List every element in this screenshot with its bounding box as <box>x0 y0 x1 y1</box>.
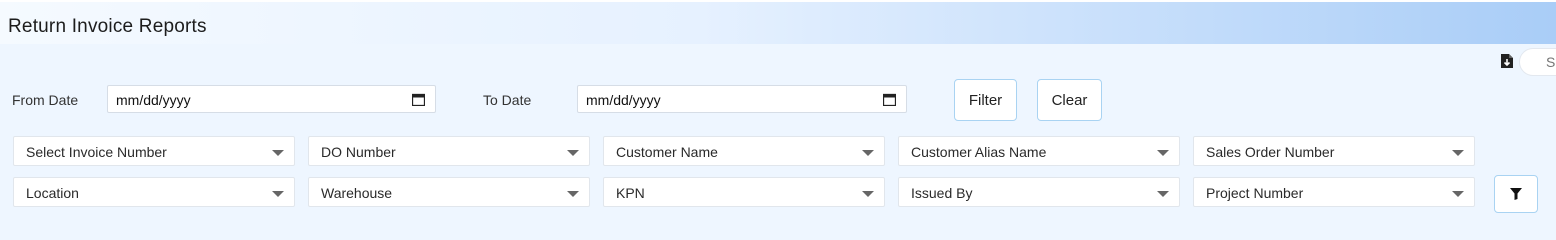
page-header: Return Invoice Reports <box>0 0 1556 44</box>
chevron-down-icon <box>1157 150 1169 156</box>
to-date-value: mm/dd/yyyy <box>586 92 661 108</box>
select-label: DO Number <box>321 144 396 160</box>
location-select[interactable]: Location <box>13 177 295 207</box>
from-date-value: mm/dd/yyyy <box>116 92 191 108</box>
select-label: Location <box>26 185 79 201</box>
calendar-icon[interactable] <box>412 93 425 106</box>
warehouse-select[interactable]: Warehouse <box>308 177 590 207</box>
chevron-down-icon <box>272 150 284 156</box>
calendar-icon[interactable] <box>883 93 896 106</box>
chevron-down-icon <box>1452 150 1464 156</box>
do-number-select[interactable]: DO Number <box>308 136 590 166</box>
chevron-down-icon <box>862 191 874 197</box>
to-date-label: To Date <box>483 92 532 108</box>
file-export-icon[interactable] <box>1500 53 1514 69</box>
filter-button[interactable]: Filter <box>954 79 1017 121</box>
from-date-label: From Date <box>12 92 79 108</box>
kpn-select[interactable]: KPN <box>603 177 885 207</box>
advanced-filter-button[interactable] <box>1494 175 1538 213</box>
funnel-icon <box>1510 188 1522 200</box>
select-label: Project Number <box>1206 185 1304 201</box>
clear-button[interactable]: Clear <box>1037 79 1102 121</box>
select-label: Select Invoice Number <box>26 144 167 160</box>
chevron-down-icon <box>1452 191 1464 197</box>
chevron-down-icon <box>862 150 874 156</box>
invoice-number-select[interactable]: Select Invoice Number <box>13 136 295 166</box>
chevron-down-icon <box>272 191 284 197</box>
search-input[interactable] <box>1519 48 1556 76</box>
chevron-down-icon <box>567 150 579 156</box>
chevron-down-icon <box>567 191 579 197</box>
select-label: Customer Alias Name <box>911 144 1047 160</box>
project-number-select[interactable]: Project Number <box>1193 177 1475 207</box>
select-label: Customer Name <box>616 144 718 160</box>
page-title: Return Invoice Reports <box>8 16 207 37</box>
chevron-down-icon <box>1157 191 1169 197</box>
select-label: Issued By <box>911 185 973 201</box>
customer-name-select[interactable]: Customer Name <box>603 136 885 166</box>
customer-alias-select[interactable]: Customer Alias Name <box>898 136 1180 166</box>
select-label: Warehouse <box>321 185 393 201</box>
sales-order-select[interactable]: Sales Order Number <box>1193 136 1475 166</box>
to-date-input[interactable]: mm/dd/yyyy <box>577 85 907 113</box>
select-label: KPN <box>616 185 645 201</box>
select-label: Sales Order Number <box>1206 144 1335 160</box>
from-date-input[interactable]: mm/dd/yyyy <box>107 85 436 113</box>
issued-by-select[interactable]: Issued By <box>898 177 1180 207</box>
